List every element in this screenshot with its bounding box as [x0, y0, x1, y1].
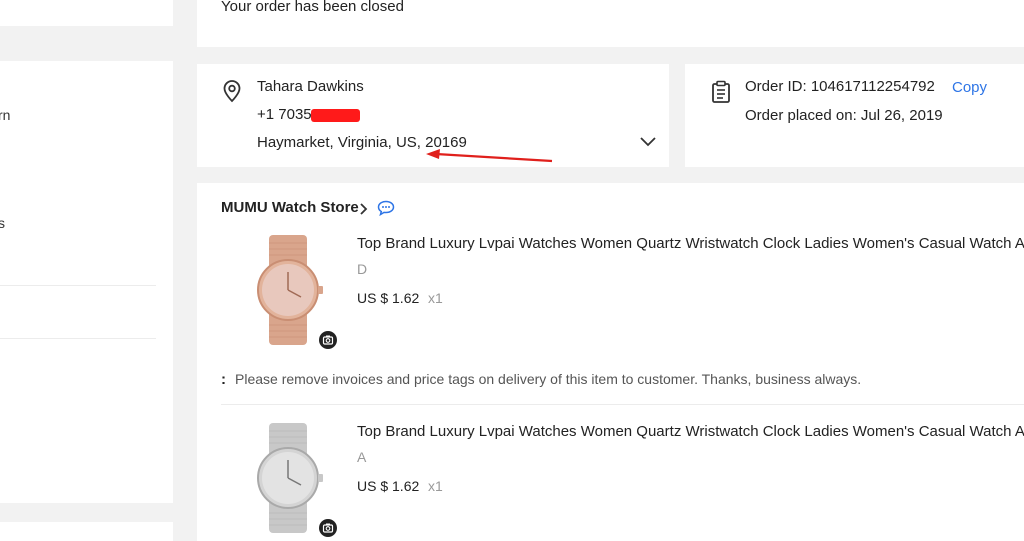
location-pin-icon: [223, 80, 241, 103]
left-nav-divider: [0, 338, 156, 339]
recipient-name: Tahara Dawkins: [257, 78, 364, 95]
clipboard-icon: [712, 80, 730, 103]
silver-watch-image[interactable]: [243, 423, 333, 533]
camera-icon[interactable]: [319, 331, 337, 349]
chevron-right-icon[interactable]: [358, 203, 368, 215]
store-name-link[interactable]: MUMU Watch Store: [221, 199, 359, 216]
order-info-panel: Order ID: 104617112254792 Copy Order pla…: [685, 64, 1024, 167]
left-nav: rn s: [0, 61, 173, 503]
item-variant: D: [357, 261, 368, 277]
item-title[interactable]: Top Brand Luxury Lvpai Watches Women Qua…: [357, 235, 1024, 252]
left-nav-divider: [0, 285, 156, 286]
order-status-panel: Your order has been closed: [197, 0, 1024, 47]
chat-bubble-icon[interactable]: [377, 200, 395, 216]
copy-order-id-link[interactable]: Copy: [952, 79, 987, 96]
item-price: US $ 1.62: [357, 478, 420, 494]
camera-icon[interactable]: [319, 519, 337, 537]
seller-note-text: Please remove invoices and price tags on…: [235, 371, 862, 387]
rose-gold-watch-image[interactable]: [243, 235, 333, 345]
recipient-phone: +1 7035: [257, 106, 312, 123]
left-nav-item-1[interactable]: rn: [0, 107, 10, 123]
phone-redaction-mark: [311, 109, 360, 122]
left-bottom-panel: [0, 522, 173, 541]
left-nav-item-2[interactable]: s: [0, 215, 5, 231]
chevron-down-icon[interactable]: [639, 136, 657, 148]
item-quantity: x1: [428, 290, 443, 306]
order-items-panel: MUMU Watch Store Top Brand Luxury Lvpai …: [197, 183, 1024, 541]
item-title[interactable]: Top Brand Luxury Lvpai Watches Women Qua…: [357, 423, 1024, 440]
order-id: Order ID: 104617112254792: [745, 78, 935, 95]
red-annotation-arrow: [426, 149, 553, 163]
left-top-panel: [0, 0, 173, 26]
seller-note-prefix: :: [221, 371, 226, 388]
item-quantity: x1: [428, 478, 443, 494]
order-status-message: Your order has been closed: [221, 0, 404, 15]
item-variant: A: [357, 449, 367, 465]
item-price: US $ 1.62: [357, 290, 420, 306]
order-placed-date: Order placed on: Jul 26, 2019: [745, 107, 943, 124]
item-divider: [221, 404, 1024, 405]
